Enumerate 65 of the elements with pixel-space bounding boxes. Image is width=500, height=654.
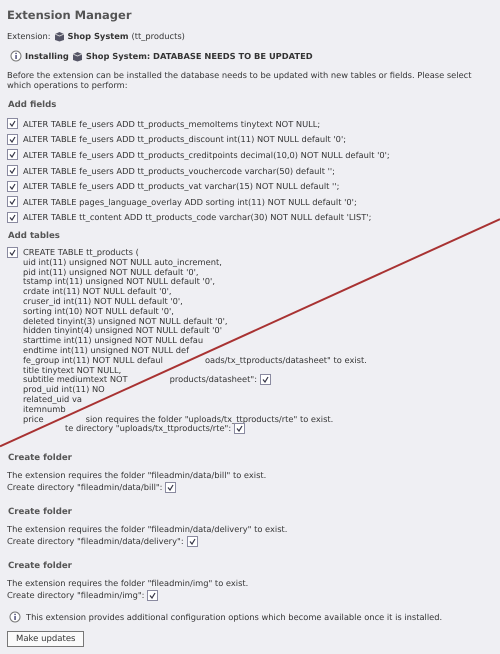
sql-line: subtitle mediumtext NOT [23,374,128,384]
info-icon [10,50,22,62]
section-heading: Create folder [8,561,73,572]
create-directory-label: Create directory "fileadmin/data/delivery": [7,535,184,548]
checkbox[interactable] [186,536,198,547]
sql-line: CREATE TABLE tt_products ( [23,247,139,258]
sql-line: prod_uid int(11) NO [23,384,105,394]
sql-line: sorting int(10) NOT NULL default '0', [23,306,174,316]
create-directory-label: Create directory "fileadmin/data/bill": [7,481,162,494]
sql-line: starttime int(11) unsigned NOT NULL defau [23,335,204,346]
section-heading: Add fields [8,100,58,110]
intro-text: Before the extension can be installed the database needs to be updated with new tables or fields. Please select which operations to perform: [7,70,472,90]
folder-requirement: The extension requires the folder "fileadmin/data/delivery" to exist. [7,523,288,536]
sql-statement: ALTER TABLE tt_content ADD tt_products_code varchar(30) NOT NULL default 'LIST'; [23,212,372,222]
checkbox[interactable] [165,482,176,493]
sql-line: tstamp int(11) unsigned NOT NULL default '0', [23,276,215,286]
checkbox[interactable] [7,212,18,223]
sql-line: oads/tx_ttproducts/datasheet" to exist. [204,354,367,365]
sql-line: endtime int(11) unsigned NOT NULL def [23,345,190,356]
sql-line: related_uid va [23,394,82,404]
checkbox[interactable] [147,590,158,601]
checkbox[interactable] [7,196,18,208]
create-directory-label: Create directory "fileadmin/img": [7,589,144,602]
sql-statement: ALTER TABLE fe_users ADD tt_products_memoItems tinytext NOT NULL; [23,118,320,129]
info-text: This extension provides additional configuration options which become available once it is installed. [26,612,442,622]
section-heading: Add tables [8,231,61,242]
page-title: Extension Manager [7,8,132,22]
extension-key: (tt_products) [132,31,185,41]
section-heading: Create folder [8,507,73,518]
sql-line: itemnumb [23,404,66,414]
sql-line: deleted tinyint(3) unsigned NOT NULL default '0', [23,316,228,326]
sql-line: pid int(11) unsigned NOT NULL default '0', [23,266,199,277]
checkbox[interactable] [7,165,18,176]
sql-line: title tinytext NOT NULL, [23,364,122,375]
sql-line: products/datasheet": [170,374,257,384]
checkbox[interactable] [7,118,18,130]
folder-requirement: The extension requires the folder "fileadmin/img" to exist. [7,577,248,590]
sql-line: price [23,414,44,424]
checkbox[interactable] [260,374,271,385]
sql-line: crdate int(11) NOT NULL default '0', [23,286,172,296]
sql-line: uid int(11) unsigned NOT NULL auto_increment, [23,256,222,267]
package-icon [72,50,83,62]
extension-label: Extension: [7,31,51,41]
sql-line: fe_group int(11) NOT NULL defaul [23,354,163,365]
sql-line: sion requires the folder "uploads/tx_ttproducts/rte" to exist. [86,414,334,424]
make-updates-button[interactable]: Make updates [7,631,84,648]
checkbox[interactable] [7,247,18,258]
checkbox[interactable] [7,149,18,160]
sql-statement: ALTER TABLE pages_language_overlay ADD sorting int(11) NOT NULL default '0'; [23,196,357,207]
notice-label: Installing [25,51,69,61]
info-icon [9,611,21,624]
sql-statement: ALTER TABLE fe_users ADD tt_products_vat varchar(15) NOT NULL default ''; [23,181,340,192]
notice-text: Shop System: DATABASE NEEDS TO BE UPDATED [86,51,313,61]
checkbox[interactable] [7,134,18,145]
sql-statement: ALTER TABLE fe_users ADD tt_products_discount int(11) NOT NULL default '0'; [23,134,346,144]
extension-name: Shop System [68,31,129,41]
sql-line: hidden tinyint(4) unsigned NOT NULL default '0' [23,325,222,336]
sql-statement: ALTER TABLE fe_users ADD tt_products_creditpoints decimal(10,0) NOT NULL default '0'; [23,150,390,160]
checkbox[interactable] [7,180,18,192]
sql-statement: ALTER TABLE fe_users ADD tt_products_vouchercode varchar(50) default ''; [23,166,335,176]
folder-requirement: The extension requires the folder "fileadmin/data/bill" to exist. [7,469,266,482]
sql-line: cruser_id int(11) NOT NULL default '0', [23,296,183,306]
package-icon [54,30,65,42]
sql-line: te directory "uploads/tx_ttproducts/rte": [65,423,232,434]
section-heading: Create folder [8,453,73,464]
